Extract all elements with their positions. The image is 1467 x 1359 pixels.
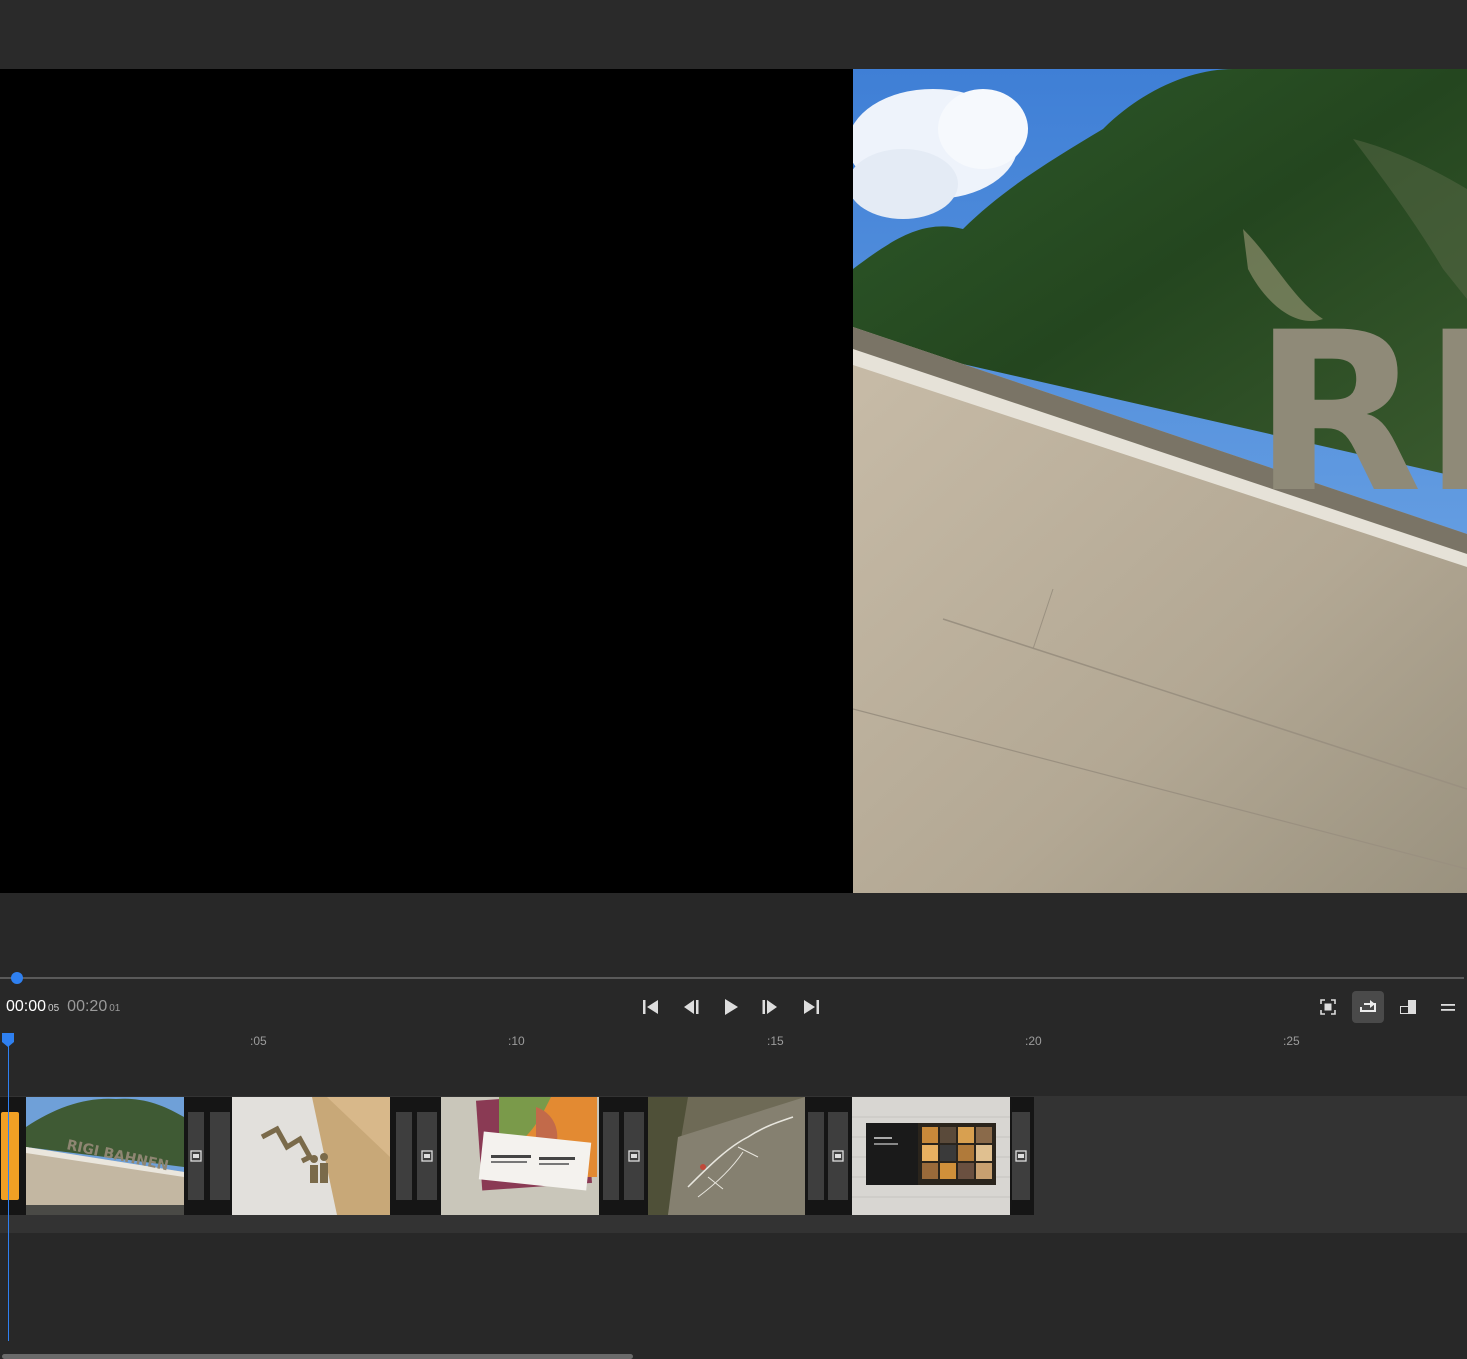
video-preview[interactable]: RIG <box>0 69 1467 893</box>
transition-marker[interactable] <box>188 1112 204 1200</box>
skip-back-icon <box>643 1000 658 1014</box>
horizontal-scrollbar[interactable] <box>2 1354 633 1359</box>
scrubber-handle[interactable] <box>11 972 23 984</box>
transition-icon <box>628 1150 640 1162</box>
playhead-line <box>8 1046 9 1341</box>
fit-icon <box>1320 999 1336 1015</box>
step-back-button[interactable] <box>677 993 705 1021</box>
play-icon <box>725 999 738 1015</box>
skip-back-button[interactable] <box>637 993 665 1021</box>
ruler-tick: :10 <box>508 1034 525 1048</box>
exhibition-clip[interactable] <box>852 1097 1010 1215</box>
step-forward-icon <box>762 1000 777 1014</box>
sign-letters: RIG <box>1253 285 1467 541</box>
rigi-bahnen-clip[interactable]: RIGI BAHNEN <box>26 1097 184 1215</box>
transition-marker[interactable] <box>396 1112 412 1200</box>
scrubber-track[interactable] <box>0 977 1464 979</box>
transition-icon <box>190 1150 202 1162</box>
preview-frame-image: RIG <box>853 69 1467 893</box>
map-clip[interactable] <box>648 1097 805 1215</box>
top-toolbar <box>0 0 1467 69</box>
transition-marker[interactable] <box>828 1112 848 1200</box>
fit-button[interactable] <box>1312 991 1344 1023</box>
ruler-tick: :25 <box>1283 1034 1300 1048</box>
ruler-tick: :20 <box>1025 1034 1042 1048</box>
brochures-clip[interactable] <box>441 1097 599 1215</box>
picture-in-picture-button[interactable] <box>1392 991 1424 1023</box>
transition-icon <box>1015 1150 1027 1162</box>
transition-icon <box>832 1150 844 1162</box>
transition-marker[interactable] <box>603 1112 619 1200</box>
step-forward-button[interactable] <box>756 993 784 1021</box>
transition-marker[interactable] <box>808 1112 824 1200</box>
menu-button[interactable] <box>1432 991 1464 1023</box>
menu-icon <box>1441 1004 1455 1011</box>
picture-in-picture-icon <box>1400 1000 1416 1014</box>
step-back-icon <box>684 1000 699 1014</box>
loop-button[interactable] <box>1352 991 1384 1023</box>
transition-icon <box>421 1150 433 1162</box>
transition-marker[interactable] <box>1012 1112 1030 1200</box>
transition-marker[interactable] <box>624 1112 644 1200</box>
skip-forward-button[interactable] <box>797 993 825 1021</box>
ruler-tick: :15 <box>767 1034 784 1048</box>
skip-forward-icon <box>804 1000 819 1014</box>
ruler-tick: :05 <box>250 1034 267 1048</box>
transition-marker[interactable] <box>210 1112 230 1200</box>
transport-controls <box>0 993 1467 1021</box>
selected-clip-handle[interactable] <box>1 1112 19 1200</box>
play-button[interactable] <box>717 993 745 1021</box>
loop-icon <box>1360 1000 1376 1012</box>
transition-marker[interactable] <box>417 1112 437 1200</box>
signage-clip[interactable] <box>232 1097 390 1215</box>
